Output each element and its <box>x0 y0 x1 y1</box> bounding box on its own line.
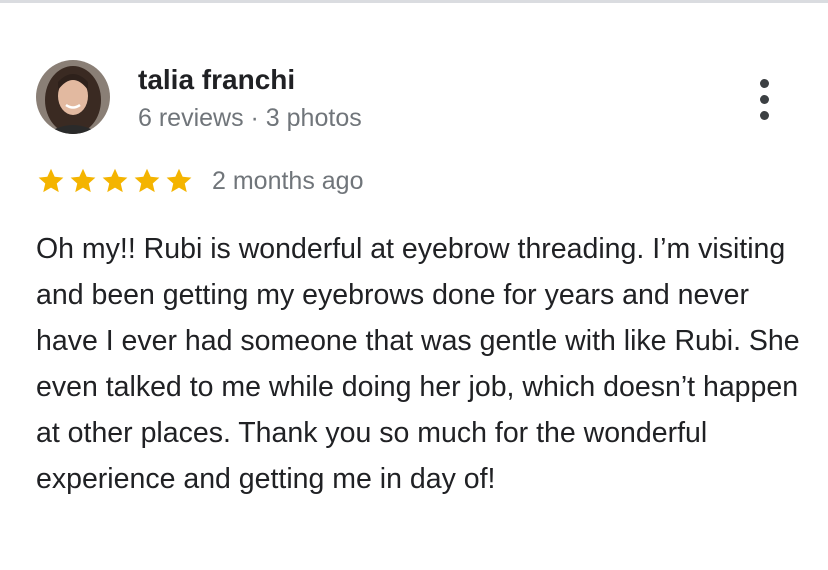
more-vert-icon-dot <box>759 110 769 120</box>
author-name[interactable]: talia franchi <box>138 63 295 97</box>
more-vert-icon-dot <box>759 94 769 104</box>
rating-row: 2 months ago <box>36 161 364 201</box>
star-icon <box>102 168 128 193</box>
more-vert-icon <box>759 78 769 88</box>
review-text: Oh my!! Rubi is wonderful at eyebrow thr… <box>36 233 800 495</box>
review-card: talia franchi 6 reviews · 3 photos 2 mon… <box>0 0 828 570</box>
star-icon <box>166 168 192 193</box>
avatar[interactable] <box>36 60 110 134</box>
more-options-button[interactable] <box>744 73 784 125</box>
star-rating <box>36 166 194 196</box>
star-icon <box>134 168 160 193</box>
review-time: 2 months ago <box>212 166 364 195</box>
author-meta: 6 reviews · 3 photos <box>138 104 362 132</box>
star-icon <box>38 168 64 193</box>
star-icon <box>70 168 96 193</box>
